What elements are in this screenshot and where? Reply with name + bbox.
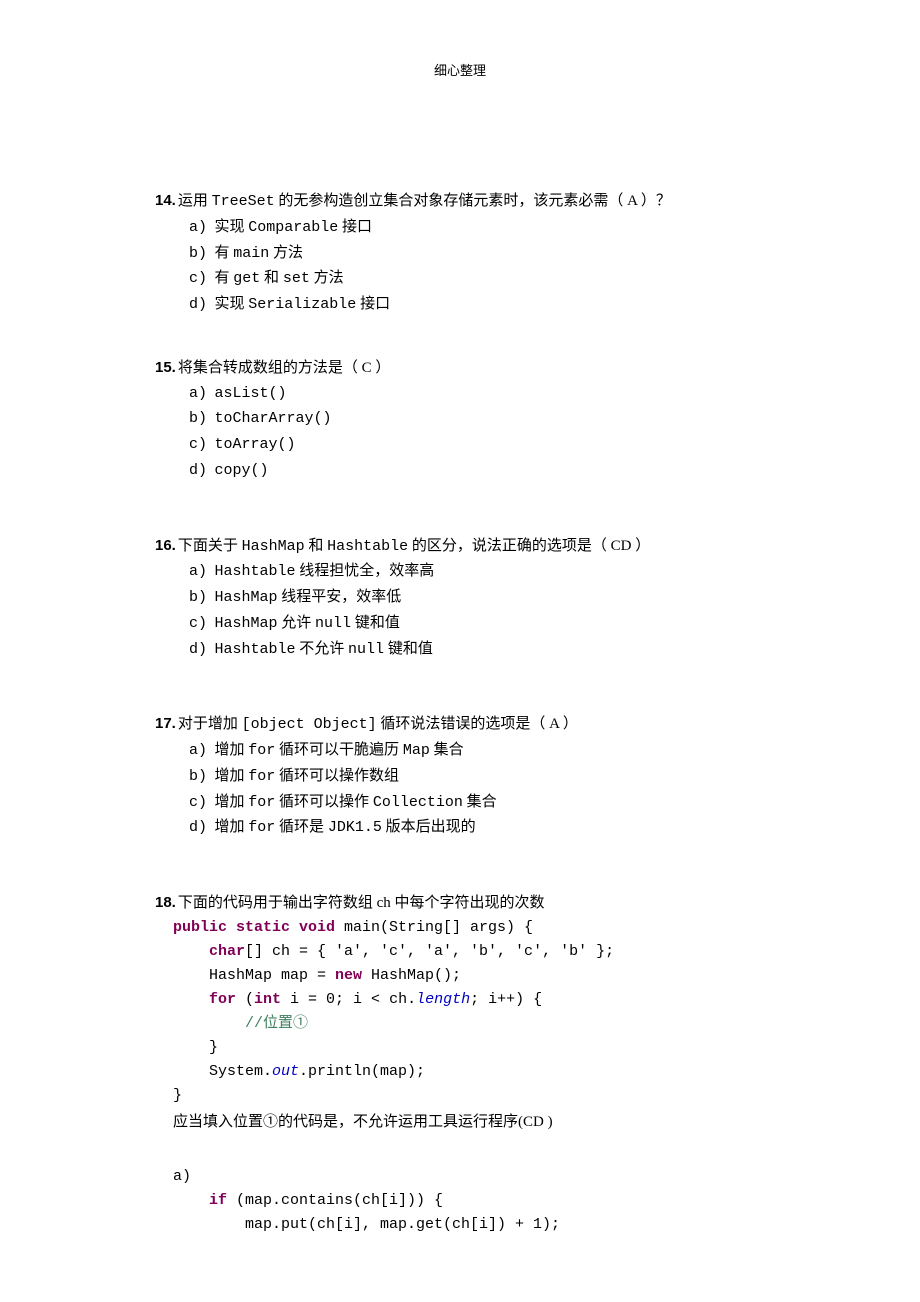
question-text: 下面关于 HashMap 和 Hashtable 的区分，说法正确的选项是（ C… (178, 534, 650, 560)
code-block: public static void main(String[] args) {… (155, 916, 765, 1108)
question-15: 15. 将集合转成数组的方法是（ C ） a) asList() b) toCh… (155, 356, 765, 484)
option-a-code: if (map.contains(ch[i])) { map.put(ch[i]… (155, 1189, 765, 1237)
question-18: 18. 下面的代码用于输出字符数组 ch 中每个字符出现的次数 public s… (155, 891, 765, 1237)
question-14: 14. 运用 TreeSet 的无参构造创立集合对象存储元素时，该元素必需（ A… (155, 189, 765, 318)
option-c: c) toArray() (189, 432, 765, 458)
option-a: a) 实现 Comparable 接口 (189, 215, 765, 241)
question-16: 16. 下面关于 HashMap 和 Hashtable 的区分，说法正确的选项… (155, 534, 765, 663)
option-b: b) toCharArray() (189, 406, 765, 432)
option-a: a) Hashtable 线程担忧全，效率高 (189, 559, 765, 585)
question-number: 14. (155, 189, 176, 214)
option-a-label: a) (155, 1165, 765, 1190)
question-text: 运用 TreeSet 的无参构造创立集合对象存储元素时，该元素必需（ A ）？ (178, 189, 671, 215)
question-text: 下面的代码用于输出字符数组 ch 中每个字符出现的次数 (178, 891, 545, 916)
question-text: 对于增加 [object Object] 循环说法错误的选项是（ A ） (178, 712, 578, 738)
option-a: a) asList() (189, 381, 765, 407)
option-c: c) 增加 for 循环可以操作 Collection 集合 (189, 790, 765, 816)
option-d: d) copy() (189, 458, 765, 484)
question-number: 18. (155, 891, 176, 916)
option-b: b) HashMap 线程平安，效率低 (189, 585, 765, 611)
option-c: c) 有 get 和 set 方法 (189, 266, 765, 292)
question-text: 将集合转成数组的方法是（ C ） (178, 356, 391, 381)
question-number: 16. (155, 534, 176, 559)
option-d: d) Hashtable 不允许 null 键和值 (189, 637, 765, 663)
question-number: 17. (155, 712, 176, 737)
question-number: 15. (155, 356, 176, 381)
option-c: c) HashMap 允许 null 键和值 (189, 611, 765, 637)
option-b: b) 增加 for 循环可以操作数组 (189, 764, 765, 790)
page-header: 细心整理 (155, 60, 765, 79)
question-17: 17. 对于增加 [object Object] 循环说法错误的选项是（ A ）… (155, 712, 765, 841)
option-b: b) 有 main 方法 (189, 241, 765, 267)
question-text-after: 应当填入位置①的代码是，不允许运用工具运行程序(CD ) (155, 1110, 765, 1135)
option-a: a) 增加 for 循环可以干脆遍历 Map 集合 (189, 738, 765, 764)
option-d: d) 实现 Serializable 接口 (189, 292, 765, 318)
option-d: d) 增加 for 循环是 JDK1.5 版本后出现的 (189, 815, 765, 841)
